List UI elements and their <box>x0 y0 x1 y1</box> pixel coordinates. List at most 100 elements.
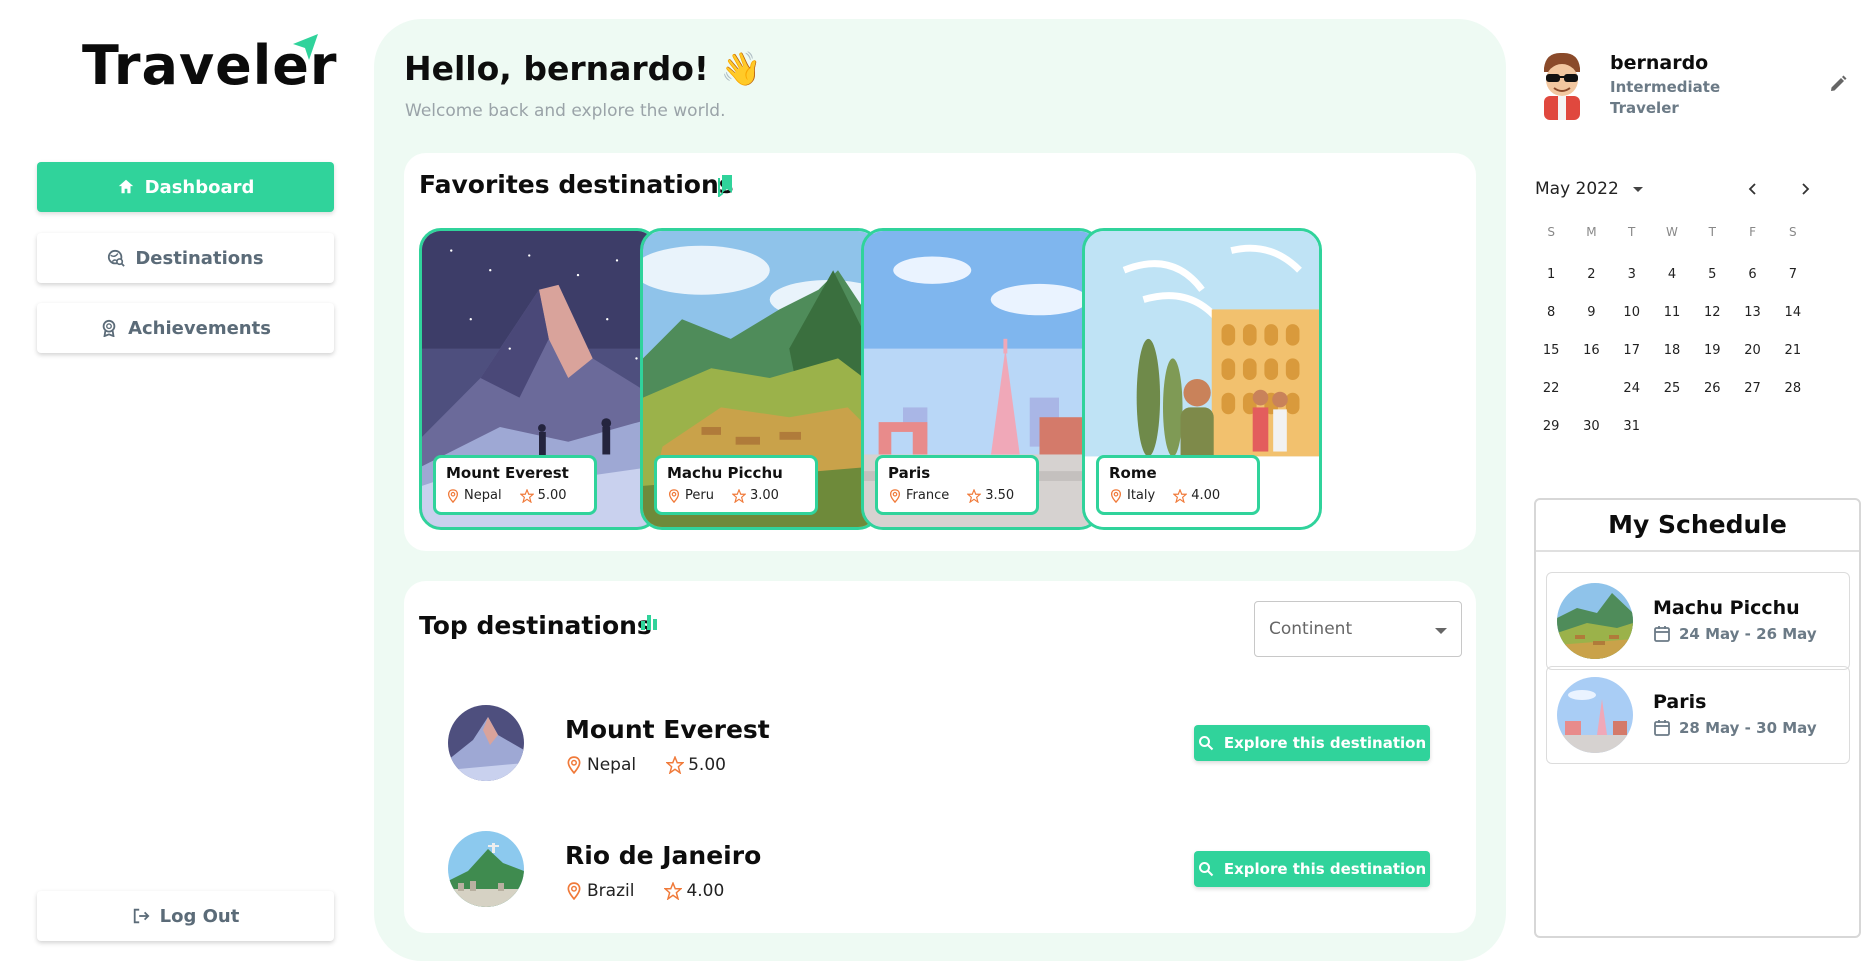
calendar-day[interactable]: 3 <box>1612 256 1652 294</box>
calendar-week: 29 30 31 <box>1531 408 1813 446</box>
destination-thumbnail <box>448 705 524 781</box>
schedule-panel: My Schedule Machu Picchu 24 May - 26 May… <box>1534 498 1861 938</box>
bar-chart-icon <box>641 615 657 630</box>
sidebar-item-label: Achievements <box>128 317 271 339</box>
calendar-month-select[interactable]: May 2022 <box>1535 179 1643 199</box>
favorite-label: Paris France 3.50 <box>875 455 1039 515</box>
calendar-day-selected[interactable]: 23 <box>1571 370 1611 408</box>
calendar-month-label: May 2022 <box>1535 179 1619 199</box>
top-destinations-section: Top destinations Continent Mount Everest… <box>404 581 1476 933</box>
schedule-item[interactable]: Machu Picchu 24 May - 26 May <box>1546 572 1850 670</box>
calendar-day[interactable]: 24 <box>1612 370 1652 408</box>
destination-rating: 4.00 <box>1191 488 1221 503</box>
favorites-title: Favorites destinations <box>419 170 734 199</box>
calendar-weekday: M <box>1586 225 1597 239</box>
calendar-day[interactable]: 8 <box>1531 294 1571 332</box>
calendar-day[interactable]: 5 <box>1692 256 1732 294</box>
top-destination-row: Mount Everest Nepal 5.00 Explore this de… <box>448 705 1430 785</box>
calendar-day[interactable]: 26 <box>1692 370 1732 408</box>
destination-name: Paris <box>888 464 931 482</box>
calendar-day[interactable]: 21 <box>1773 332 1813 370</box>
chevron-down-icon <box>1632 186 1643 192</box>
favorite-label: Machu Picchu Peru 3.00 <box>654 455 818 515</box>
destination-rating: 3.00 <box>749 488 779 503</box>
calendar-day[interactable]: 22 <box>1531 370 1571 408</box>
award-icon <box>102 319 116 337</box>
destination-country: Brazil <box>587 881 635 901</box>
calendar-day[interactable]: 19 <box>1692 332 1732 370</box>
explore-destination-label: Explore this destination <box>1223 734 1427 752</box>
calendar-day[interactable]: 25 <box>1652 370 1692 408</box>
favorite-card-paris[interactable]: Paris France 3.50 <box>861 228 1101 530</box>
sidebar-item-dashboard[interactable]: Dashboard <box>37 162 334 212</box>
destination-country: Italy <box>1127 488 1156 503</box>
location-pin-icon <box>567 756 581 774</box>
logout-button[interactable]: Log Out <box>37 891 334 941</box>
greeting: Hello, bernardo! 👋 <box>404 49 762 88</box>
chevron-right-icon[interactable] <box>1798 182 1812 196</box>
calendar-day[interactable]: 1 <box>1531 256 1571 294</box>
calendar-day[interactable]: 29 <box>1531 408 1571 446</box>
calendar-icon <box>1654 626 1670 642</box>
sidebar-item-achievements[interactable]: Achievements <box>37 303 334 353</box>
calendar-weekday: S <box>1547 225 1555 239</box>
edit-icon[interactable] <box>1828 74 1848 94</box>
home-icon <box>118 179 133 194</box>
favorite-card-machu-picchu[interactable]: Machu Picchu Peru 3.00 <box>640 228 880 530</box>
calendar-day <box>1732 408 1772 446</box>
calendar-day[interactable]: 17 <box>1612 332 1652 370</box>
calendar-day[interactable]: 30 <box>1571 408 1611 446</box>
calendar-day[interactable]: 14 <box>1773 294 1813 332</box>
calendar-day[interactable]: 20 <box>1732 332 1772 370</box>
destination-name: Rome <box>1109 464 1157 482</box>
calendar-week: 1 2 3 4 5 6 7 <box>1531 256 1813 294</box>
explore-destination-button[interactable]: Explore this destination <box>1194 851 1430 887</box>
destination-name: Rio de Janeiro <box>565 841 762 870</box>
favorite-card-everest[interactable]: Mount Everest Nepal 5.00 <box>419 228 659 530</box>
logout-label: Log Out <box>159 905 240 927</box>
destination-name: Mount Everest <box>565 715 770 744</box>
destination-rating: 3.50 <box>985 488 1015 503</box>
calendar-day[interactable]: 6 <box>1732 256 1772 294</box>
calendar-week: 8 9 10 11 12 13 14 <box>1531 294 1813 332</box>
calendar-day[interactable]: 4 <box>1652 256 1692 294</box>
continent-select-placeholder: Continent <box>1269 619 1353 639</box>
calendar-day[interactable]: 12 <box>1692 294 1732 332</box>
schedule-item[interactable]: Paris 28 May - 30 May <box>1546 666 1850 764</box>
user-level: Intermediate Traveler <box>1610 78 1721 117</box>
calendar-day[interactable]: 27 <box>1732 370 1772 408</box>
calendar-day[interactable]: 2 <box>1571 256 1611 294</box>
continent-select[interactable]: Continent <box>1254 601 1462 657</box>
avatar[interactable] <box>1536 50 1588 120</box>
destination-country: France <box>906 488 950 503</box>
destination-country: Nepal <box>464 488 502 503</box>
star-icon <box>731 488 746 503</box>
explore-destination-button[interactable]: Explore this destination <box>1194 725 1430 761</box>
favorite-card-rome[interactable]: Rome Italy 4.00 <box>1082 228 1322 530</box>
calendar-day <box>1692 408 1732 446</box>
schedule-destination-name: Machu Picchu <box>1653 597 1800 619</box>
location-pin-icon <box>447 488 459 503</box>
paper-plane-icon <box>293 34 318 60</box>
logout-icon <box>133 908 150 924</box>
calendar-day[interactable]: 11 <box>1652 294 1692 332</box>
chevron-left-icon[interactable] <box>1746 182 1760 196</box>
sidebar-item-destinations[interactable]: Destinations <box>37 233 334 283</box>
calendar-day[interactable]: 16 <box>1571 332 1611 370</box>
star-icon <box>1173 488 1188 503</box>
calendar-day <box>1652 408 1692 446</box>
calendar-day[interactable]: 31 <box>1612 408 1652 446</box>
calendar-grid: S M T W T F S 1 2 3 4 5 6 7 8 9 10 11 12… <box>1531 222 1813 446</box>
schedule-thumbnail <box>1557 677 1633 753</box>
location-pin-icon <box>1110 488 1122 503</box>
calendar-day[interactable]: 10 <box>1612 294 1652 332</box>
destination-thumbnail <box>448 831 524 907</box>
calendar-day[interactable]: 13 <box>1732 294 1772 332</box>
location-pin-icon <box>668 488 680 503</box>
calendar-day[interactable]: 7 <box>1773 256 1813 294</box>
calendar-day[interactable]: 28 <box>1773 370 1813 408</box>
sidebar-item-label: Dashboard <box>144 176 255 198</box>
calendar-day[interactable]: 18 <box>1652 332 1692 370</box>
calendar-day[interactable]: 15 <box>1531 332 1571 370</box>
calendar-day[interactable]: 9 <box>1571 294 1611 332</box>
